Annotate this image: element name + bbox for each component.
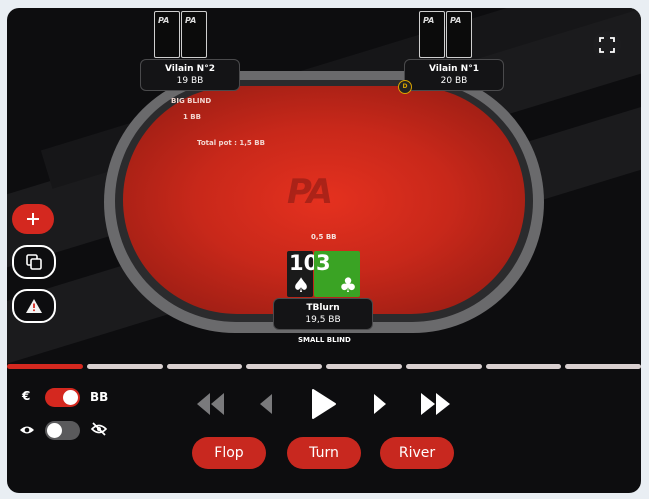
euro-icon: € (22, 389, 31, 403)
eye-off-icon (90, 422, 108, 436)
card-back: PA (419, 11, 445, 58)
player-name: Vilain N°2 (165, 64, 215, 74)
hero-card-2: 3 ♣ (314, 251, 360, 297)
player-stack: 20 BB (440, 76, 468, 86)
small-blind-label: SMALL BLIND (298, 336, 351, 344)
copy-icon (26, 254, 42, 270)
timeline-step[interactable] (326, 364, 402, 369)
total-pot: Total pot : 1,5 BB (197, 139, 265, 147)
river-button[interactable]: River (380, 437, 454, 469)
fast-forward-to-end-icon[interactable] (418, 390, 454, 418)
villain-1-cards: PA PA (419, 11, 472, 58)
timeline-step[interactable] (405, 364, 482, 369)
hero-card-1: 10 ♠ (287, 251, 318, 297)
big-blind-label: BIG BLIND (171, 97, 212, 105)
report-button[interactable] (12, 289, 56, 323)
warning-icon (26, 299, 42, 313)
step-back-icon[interactable] (256, 390, 276, 418)
timeline-step[interactable] (7, 364, 83, 369)
unit-label: BB (90, 390, 109, 404)
player-name: TBlurn (306, 303, 340, 313)
player-stack: 19 BB (176, 76, 204, 86)
play-icon[interactable] (308, 387, 338, 421)
player-name: Vilain N°1 (429, 64, 479, 74)
timeline-step[interactable] (565, 364, 641, 369)
fullscreen-icon (599, 37, 615, 53)
card-back: PA (154, 11, 180, 58)
rewind-to-start-icon[interactable] (194, 390, 228, 418)
card-rank: 3 (316, 251, 331, 275)
card-back: PA (446, 11, 472, 58)
unit-toggle[interactable] (45, 388, 80, 407)
villain-2-cards: PA PA (154, 11, 207, 58)
copy-button[interactable] (12, 245, 56, 279)
hero-bet: 0,5 BB (311, 233, 337, 241)
spade-icon: ♠ (292, 273, 310, 297)
toggle-knob (63, 390, 78, 405)
villain-2-bet: 1 BB (183, 113, 201, 121)
timeline-step[interactable] (166, 364, 243, 369)
flop-button[interactable]: Flop (192, 437, 266, 469)
dealer-button: D (398, 80, 412, 94)
step-forward-icon[interactable] (370, 390, 390, 418)
club-icon: ♣ (339, 273, 357, 297)
card-back: PA (181, 11, 207, 58)
toggle-knob (47, 423, 62, 438)
timeline-step[interactable] (86, 364, 163, 369)
player-box-villain-1[interactable]: Vilain N°1 20 BB (404, 59, 504, 91)
timeline-step[interactable] (485, 364, 562, 369)
eye-icon (20, 426, 34, 434)
timeline-step[interactable] (246, 364, 322, 369)
visibility-toggle[interactable] (45, 421, 80, 440)
brand-logo: PA (287, 172, 333, 212)
player-box-villain-2[interactable]: Vilain N°2 19 BB (140, 59, 240, 91)
player-box-hero[interactable]: TBlurn 19,5 BB (273, 298, 373, 330)
fullscreen-button[interactable] (593, 31, 621, 59)
plus-icon (27, 213, 39, 225)
poker-replayer: PA PA PA Vilain N°2 19 BB BIG BLIND 1 BB… (7, 8, 641, 493)
add-button[interactable] (12, 204, 54, 234)
turn-button[interactable]: Turn (287, 437, 361, 469)
player-stack: 19,5 BB (305, 315, 341, 325)
